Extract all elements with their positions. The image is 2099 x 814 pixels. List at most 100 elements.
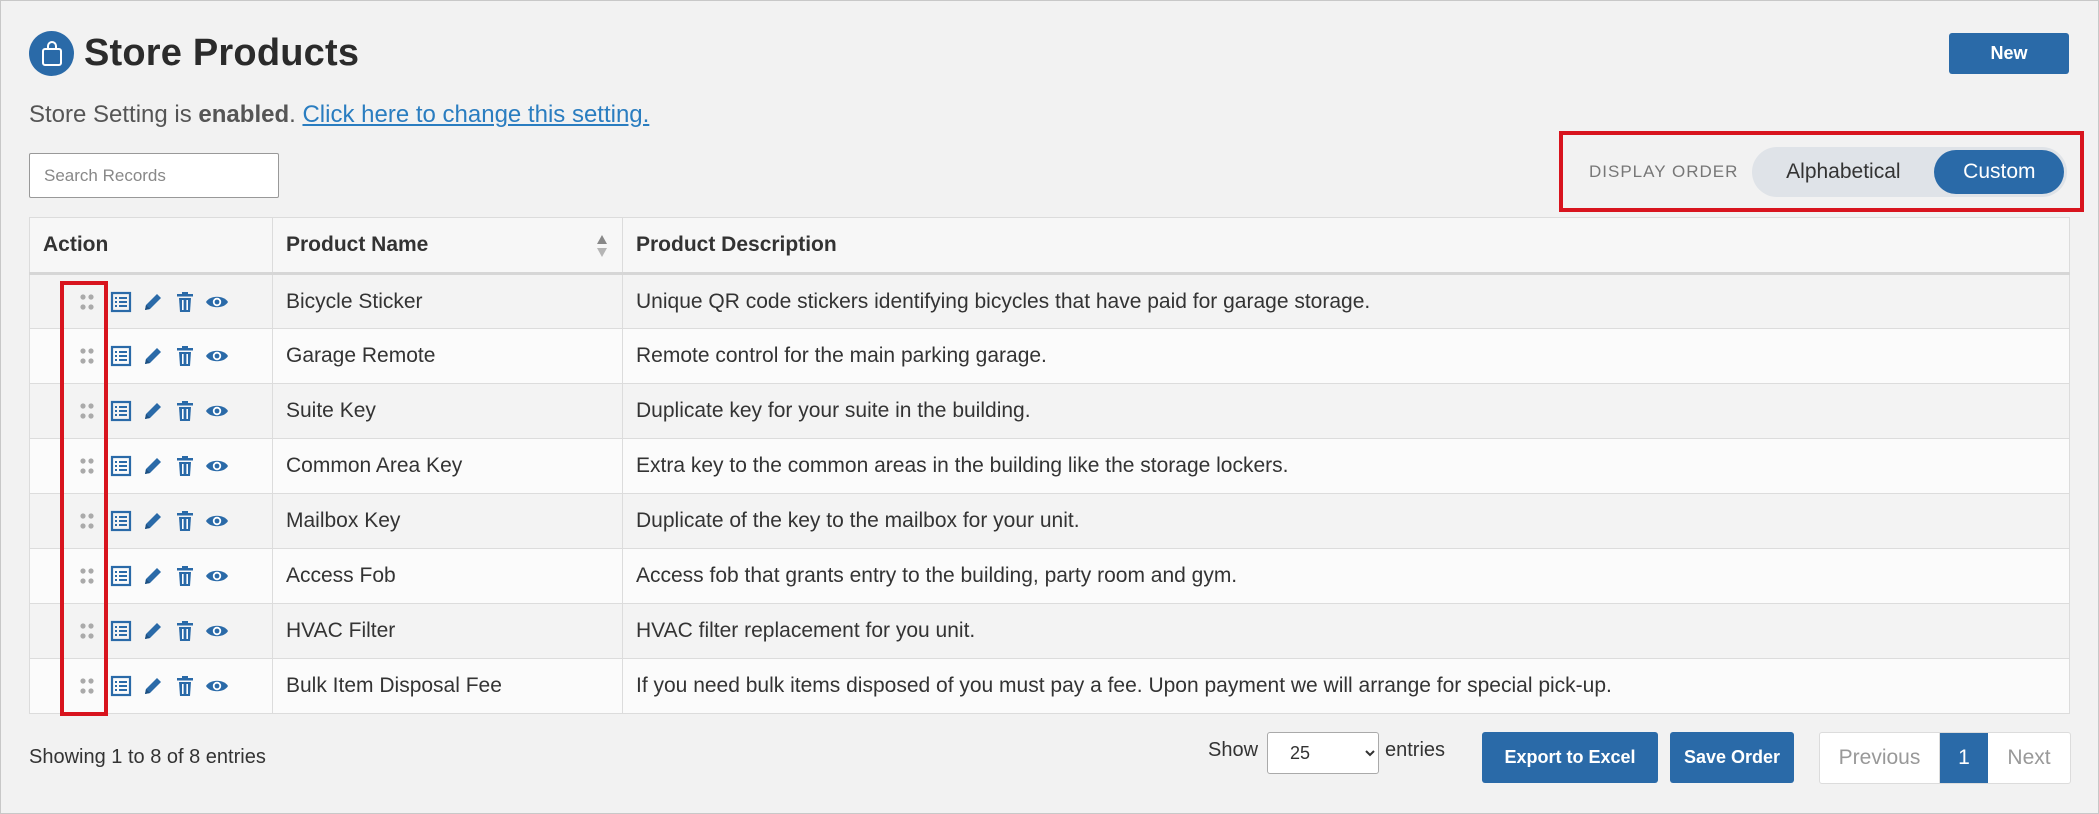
drag-handle-icon[interactable] (75, 564, 99, 588)
row-actions-cell (29, 273, 273, 329)
store-setting-status: enabled (198, 101, 290, 128)
view-eye-icon[interactable] (205, 619, 229, 643)
pagination: Previous 1 Next (1819, 732, 2071, 784)
drag-handle-icon[interactable] (75, 619, 99, 643)
page-title: Store Products (84, 32, 360, 74)
row-actions (43, 439, 259, 493)
display-order-highlight: DISPLAY ORDER Alphabetical Custom (1559, 131, 2084, 212)
table-row[interactable]: Suite Key Duplicate key for your suite in… (29, 383, 2070, 439)
delete-trash-icon[interactable] (173, 674, 197, 698)
previous-page-button[interactable]: Previous (1820, 733, 1940, 783)
product-description-cell: HVAC filter replacement for you unit. (622, 603, 2070, 659)
edit-pencil-icon[interactable] (141, 344, 165, 368)
row-actions-cell (29, 383, 273, 439)
row-actions (43, 384, 259, 438)
product-description-cell: Extra key to the common areas in the bui… (622, 438, 2070, 494)
table-row[interactable]: Bulk Item Disposal Fee If you need bulk i… (29, 658, 2070, 714)
delete-trash-icon[interactable] (173, 619, 197, 643)
display-order-alphabetical[interactable]: Alphabetical (1752, 150, 1934, 194)
product-description-cell: Duplicate key for your suite in the buil… (622, 383, 2070, 439)
table-row[interactable]: HVAC Filter HVAC filter replacement for y… (29, 603, 2070, 659)
row-actions-cell (29, 493, 273, 549)
view-eye-icon[interactable] (205, 509, 229, 533)
edit-pencil-icon[interactable] (141, 509, 165, 533)
product-description-cell: Unique QR code stickers identifying bicy… (622, 273, 2070, 329)
details-list-icon[interactable] (109, 674, 133, 698)
row-actions-cell (29, 438, 273, 494)
drag-handle-icon[interactable] (75, 290, 99, 314)
delete-trash-icon[interactable] (173, 454, 197, 478)
drag-handle-icon[interactable] (75, 509, 99, 533)
details-list-icon[interactable] (109, 399, 133, 423)
view-eye-icon[interactable] (205, 399, 229, 423)
column-header-product-description: Product Description (622, 217, 2070, 275)
drag-handle-icon[interactable] (75, 344, 99, 368)
row-actions-cell (29, 328, 273, 384)
product-name-cell: HVAC Filter (272, 603, 623, 659)
store-setting-suffix: . (289, 101, 303, 128)
view-eye-icon[interactable] (205, 674, 229, 698)
view-eye-icon[interactable] (205, 564, 229, 588)
row-actions (43, 549, 259, 603)
page-size-select[interactable]: 25 (1267, 732, 1379, 774)
details-list-icon[interactable] (109, 290, 133, 314)
drag-handle-icon[interactable] (75, 674, 99, 698)
table-header-row: Action Product Name Product Description (29, 217, 2070, 275)
table-row[interactable]: Mailbox Key Duplicate of the key to the m… (29, 493, 2070, 549)
details-list-icon[interactable] (109, 344, 133, 368)
product-name-cell: Bicycle Sticker (272, 273, 623, 329)
products-table: Action Product Name Product Description … (29, 217, 2070, 714)
edit-pencil-icon[interactable] (141, 619, 165, 643)
product-description-cell: Duplicate of the key to the mailbox for … (622, 493, 2070, 549)
store-setting-prefix: Store Setting is (29, 101, 199, 128)
next-page-button[interactable]: Next (1988, 733, 2070, 783)
edit-pencil-icon[interactable] (141, 674, 165, 698)
delete-trash-icon[interactable] (173, 509, 197, 533)
edit-pencil-icon[interactable] (141, 454, 165, 478)
view-eye-icon[interactable] (205, 344, 229, 368)
delete-trash-icon[interactable] (173, 290, 197, 314)
details-list-icon[interactable] (109, 509, 133, 533)
delete-trash-icon[interactable] (173, 399, 197, 423)
product-name-cell: Garage Remote (272, 328, 623, 384)
display-order-label: DISPLAY ORDER (1589, 161, 1739, 181)
show-label: Show (1208, 739, 1259, 761)
edit-pencil-icon[interactable] (141, 399, 165, 423)
change-setting-link[interactable]: Click here to change this setting. (302, 101, 649, 128)
display-order-custom[interactable]: Custom (1934, 149, 2065, 194)
table-row[interactable]: Bicycle Sticker Unique QR code stickers i… (29, 273, 2070, 329)
page-title-group: Store Products (29, 31, 359, 76)
shopping-bag-icon (29, 31, 74, 76)
product-name-cell: Access Fob (272, 548, 623, 604)
save-order-button[interactable]: Save Order (1670, 732, 1794, 783)
drag-handle-icon[interactable] (75, 399, 99, 423)
product-name-cell: Bulk Item Disposal Fee (272, 658, 623, 714)
column-header-product-name-label: Product Name (286, 233, 429, 256)
search-input[interactable] (29, 153, 279, 198)
view-eye-icon[interactable] (205, 454, 229, 478)
product-description-cell: If you need bulk items disposed of you m… (622, 658, 2070, 714)
sort-icon[interactable] (596, 232, 608, 260)
details-list-icon[interactable] (109, 454, 133, 478)
table-row[interactable]: Common Area Key Extra key to the common a… (29, 438, 2070, 494)
details-list-icon[interactable] (109, 619, 133, 643)
export-to-excel-button[interactable]: Export to Excel (1482, 732, 1658, 783)
details-list-icon[interactable] (109, 564, 133, 588)
drag-handle-icon[interactable] (75, 454, 99, 478)
table-info: Showing 1 to 8 of 8 entries (29, 746, 266, 768)
product-name-cell: Suite Key (272, 383, 623, 439)
page-1-button[interactable]: 1 (1940, 733, 1988, 783)
new-button[interactable]: New (1949, 33, 2069, 74)
table-row[interactable]: Access Fob Access fob that grants entry t… (29, 548, 2070, 604)
row-actions (43, 329, 259, 383)
delete-trash-icon[interactable] (173, 344, 197, 368)
column-header-product-name[interactable]: Product Name (272, 217, 623, 275)
view-eye-icon[interactable] (205, 290, 229, 314)
delete-trash-icon[interactable] (173, 564, 197, 588)
edit-pencil-icon[interactable] (141, 290, 165, 314)
entries-label: entries (1385, 739, 1446, 761)
row-actions (43, 275, 259, 328)
table-row[interactable]: Garage Remote Remote control for the main… (29, 328, 2070, 384)
row-actions-cell (29, 603, 273, 659)
edit-pencil-icon[interactable] (141, 564, 165, 588)
